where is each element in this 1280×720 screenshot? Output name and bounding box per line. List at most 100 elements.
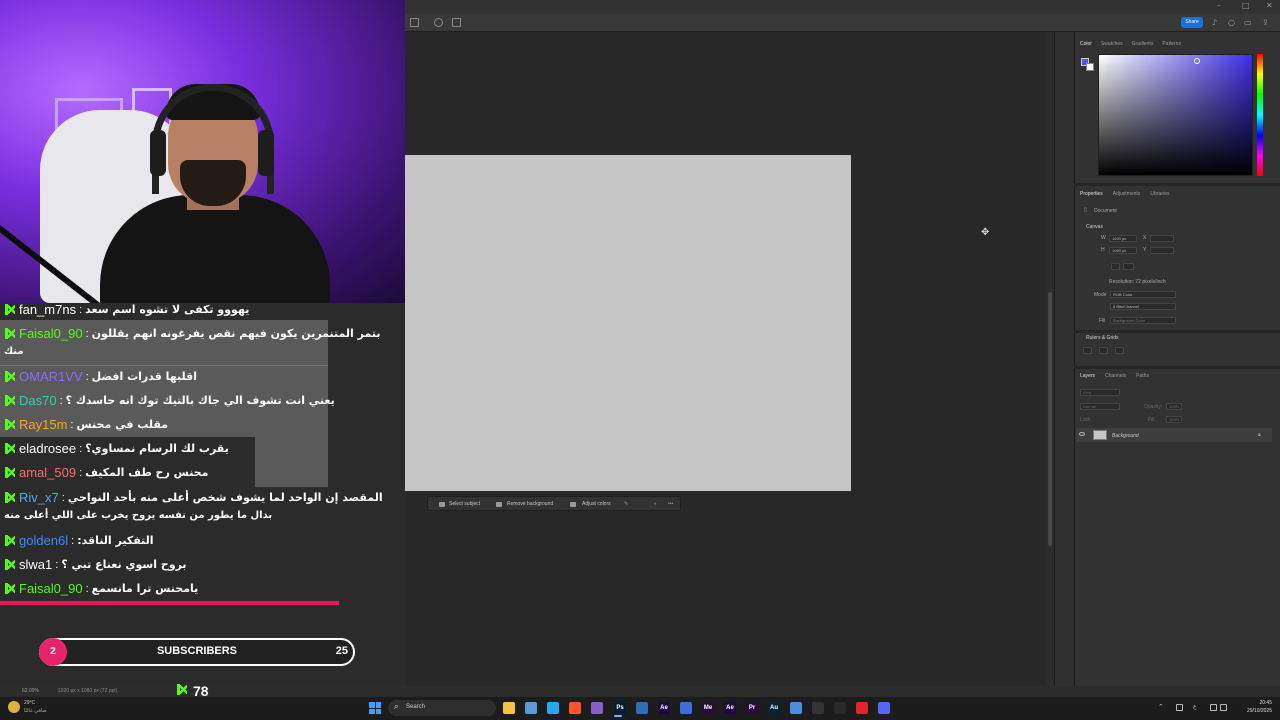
visual-studio-icon[interactable] [591, 702, 603, 714]
portrait-icon[interactable] [1111, 263, 1120, 270]
clock-time[interactable]: 20:45 [1230, 700, 1272, 706]
layers-panel-tabs: Layers Channels Paths [1080, 371, 1149, 381]
fill-dropdown[interactable]: Background Color [1110, 317, 1176, 324]
photoshop-icon[interactable]: Ps [614, 702, 626, 714]
weather-icon[interactable] [8, 701, 20, 713]
language-indicator[interactable]: ع [1193, 704, 1200, 711]
subscribers-current: 2 [39, 638, 67, 666]
chat-username[interactable]: OMAR1VV [19, 369, 83, 384]
tab-adjustments[interactable]: Adjustments [1113, 189, 1141, 199]
adjust-colors-button[interactable]: Adjust colors [582, 497, 611, 512]
remove-background-button[interactable]: Remove background [507, 497, 553, 512]
canvas-width-field[interactable]: 1920 px [1109, 235, 1137, 242]
tab-properties[interactable]: Properties [1080, 189, 1103, 199]
app-dark-icon[interactable] [812, 702, 824, 714]
vscode-icon[interactable] [547, 702, 559, 714]
wifi-icon[interactable] [1210, 704, 1217, 711]
search-icon[interactable]: ○ [1228, 18, 1235, 27]
chat-username[interactable]: slwa1 [19, 557, 52, 572]
bit-depth-dropdown[interactable]: 8 Bits/Channel [1110, 303, 1176, 310]
premiere-icon[interactable]: Pr [746, 702, 758, 714]
rulers-icon[interactable] [1083, 347, 1092, 354]
animate-icon[interactable]: Ae [724, 702, 736, 714]
tab-patterns[interactable]: Patterns [1162, 39, 1181, 49]
zoom-level[interactable]: 62.09% [22, 688, 39, 694]
chat-username[interactable]: Das70 [19, 393, 57, 408]
color-picker-field[interactable] [1098, 54, 1253, 176]
tab-paths[interactable]: Paths [1136, 371, 1149, 381]
brush-icon[interactable] [434, 18, 443, 27]
chat-username[interactable]: fan_m7ns [19, 302, 76, 317]
chat-username[interactable]: golden6l [19, 533, 68, 548]
share-button[interactable]: Share [1181, 17, 1203, 28]
canvas-height-field[interactable]: 1080 px [1109, 247, 1137, 254]
audition-icon[interactable]: Au [768, 702, 780, 714]
canvas-y-field[interactable] [1150, 247, 1174, 254]
discord-icon[interactable] [878, 702, 890, 714]
file-explorer-icon[interactable] [503, 702, 515, 714]
layer-name[interactable]: Background [1112, 433, 1139, 439]
color-picker-marker[interactable] [1194, 58, 1200, 64]
chat-username[interactable]: Ray15m [19, 417, 67, 432]
color-mode-dropdown[interactable]: RGB Color [1110, 291, 1176, 298]
chevron-up-icon[interactable]: ⌃ [1158, 704, 1165, 711]
blend-mode-dropdown[interactable]: Normal [1080, 403, 1120, 410]
obs-icon[interactable] [834, 702, 846, 714]
taskbar-search[interactable] [388, 700, 496, 716]
network-icon[interactable] [1176, 704, 1183, 711]
select-subject-button[interactable]: Select subject [449, 497, 480, 512]
kick-icon [5, 443, 15, 454]
blender-icon[interactable] [636, 702, 648, 714]
visibility-eye-icon[interactable] [1079, 432, 1085, 436]
opacity-field[interactable]: 100% [1166, 403, 1182, 410]
background-color-swatch[interactable] [1086, 63, 1094, 71]
weather-description[interactable]: صافي غالبًا [24, 708, 47, 714]
start-button[interactable] [369, 702, 381, 714]
weather-temperature[interactable]: 29°C [24, 700, 35, 706]
workspace-icon[interactable]: ▭ [1244, 18, 1252, 27]
search-icon: ⌕ [394, 702, 399, 711]
document-canvas[interactable] [405, 155, 851, 491]
more-options-icon[interactable]: ••• [668, 497, 673, 512]
minimize-icon[interactable]: – [1217, 1, 1221, 10]
taskbar-search-placeholder[interactable]: Search [406, 704, 425, 710]
close-icon[interactable]: ✕ [1266, 1, 1273, 10]
landscape-icon[interactable] [1123, 263, 1134, 270]
chat-username[interactable]: eladrosee [19, 441, 76, 456]
volume-icon[interactable] [1220, 704, 1227, 711]
hue-slider[interactable] [1257, 54, 1263, 176]
chat-username[interactable]: Riv_x7 [19, 490, 59, 505]
app-generic-icon[interactable] [790, 702, 802, 714]
after-effects-icon[interactable]: Ae [658, 702, 670, 714]
chat-username[interactable]: Faisal0_90 [19, 581, 83, 596]
chat-text: يهووو تكفى لا تشوه اسم سعد [85, 303, 250, 316]
bell-icon[interactable]: ♪ [1212, 18, 1217, 27]
tab-swatches[interactable]: Swatches [1101, 39, 1123, 49]
store-icon[interactable] [525, 702, 537, 714]
layer-kind-filter[interactable]: Kind [1080, 389, 1120, 396]
brave-icon[interactable] [569, 702, 581, 714]
chat-username[interactable]: Faisal0_90 [19, 326, 83, 341]
fill-opacity-field[interactable]: 100% [1166, 416, 1182, 423]
mask-icon[interactable]: ◐ [654, 497, 657, 512]
guides-icon[interactable] [1115, 347, 1124, 354]
tool-preset-icon[interactable] [410, 18, 419, 27]
media-app-icon[interactable] [680, 702, 692, 714]
tab-layers[interactable]: Layers [1080, 371, 1095, 381]
maximize-icon[interactable]: □ [1242, 1, 1250, 10]
vertical-scrollbar[interactable] [1046, 32, 1054, 686]
tab-libraries[interactable]: Libraries [1150, 189, 1169, 199]
chat-username[interactable]: amal_509 [19, 465, 76, 480]
opera-icon[interactable] [856, 702, 868, 714]
grid-icon[interactable] [1099, 347, 1108, 354]
share-panel-icon[interactable]: ⇪ [1262, 18, 1269, 27]
tab-gradients[interactable]: Gradients [1132, 39, 1154, 49]
canvas-x-field[interactable] [1150, 235, 1174, 242]
tab-channels[interactable]: Channels [1105, 371, 1126, 381]
tab-color[interactable]: Color [1080, 39, 1092, 49]
scrollbar-thumb[interactable] [1048, 292, 1052, 546]
crop-icon[interactable] [452, 18, 461, 27]
edit-icon[interactable]: ✎ [624, 497, 628, 512]
media-encoder-icon[interactable]: Me [702, 702, 714, 714]
clock-date[interactable]: 29/10/2025 [1230, 708, 1272, 714]
